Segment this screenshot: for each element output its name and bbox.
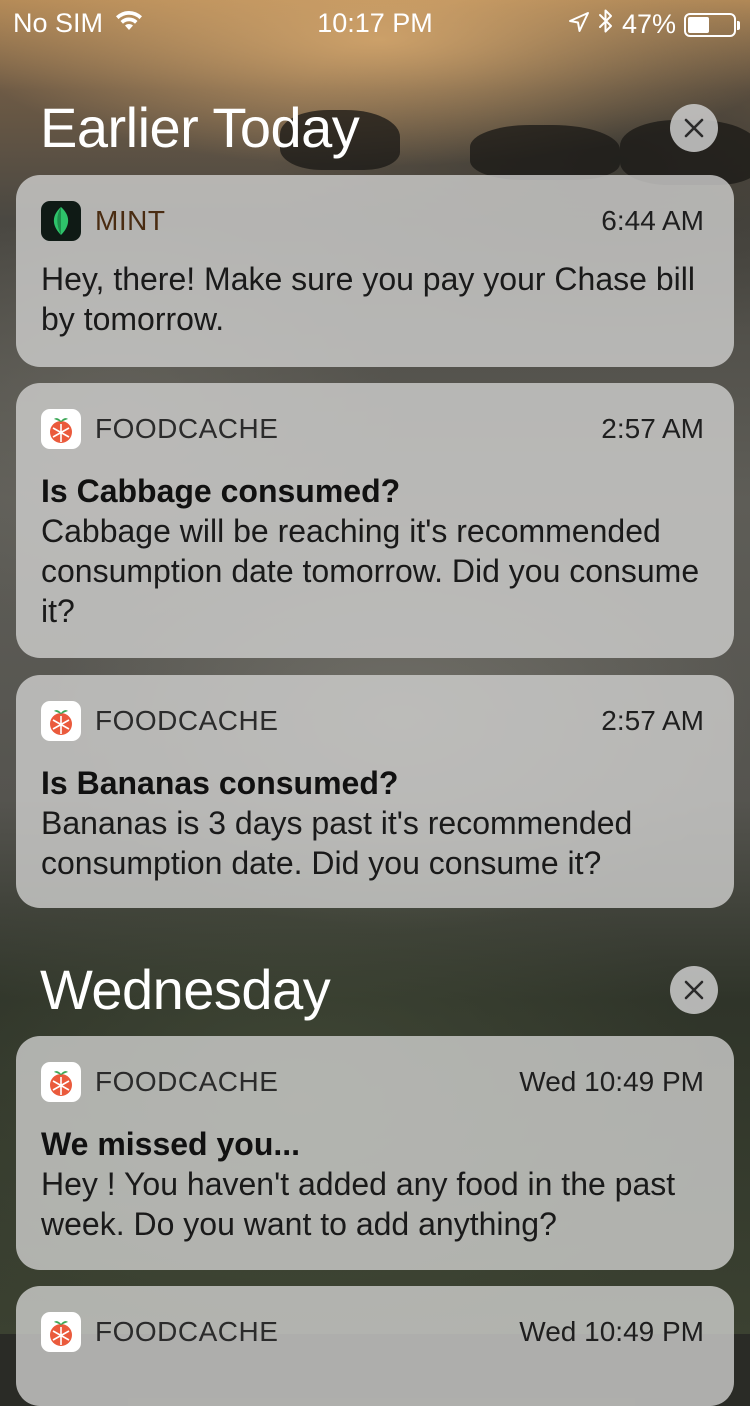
notification-title: Is Bananas consumed? [41,765,399,801]
notification-time: 6:44 AM [601,205,704,236]
notification-body: Cabbage will be reaching it's recommende… [41,513,700,629]
app-name: FOODCACHE [95,705,279,736]
section-header-wednesday: Wednesday [40,962,720,1018]
app-name: FOODCACHE [95,413,279,444]
battery-icon [684,12,740,37]
notification-card[interactable]: FOODCACHE Wed 10:49 PM We missed you... … [16,1036,734,1270]
bluetooth-icon [598,8,614,41]
notification-time: 2:57 AM [601,413,704,444]
close-icon [684,980,704,1000]
foodcache-tomato-icon [41,1062,81,1102]
notification-card[interactable]: FOODCACHE 2:57 AM Is Cabbage consumed? C… [16,383,734,658]
close-icon [684,118,704,138]
notification-body: Hey ! You haven't added any food in the … [41,1166,676,1242]
location-arrow-icon [568,9,590,40]
app-name: FOODCACHE [95,1316,279,1347]
status-bar: No SIM 10:17 PM 47% [0,0,750,48]
notification-title: We missed you... [41,1126,301,1162]
section-title: Wednesday [40,958,331,1021]
app-name: FOODCACHE [95,1066,279,1097]
clear-section-button[interactable] [670,104,718,152]
section-title: Earlier Today [40,96,360,159]
battery-percent: 47% [621,9,676,39]
clock: 10:17 PM [317,8,433,38]
foodcache-tomato-icon [41,701,81,741]
notification-card[interactable]: MINT 6:44 AM Hey, there! Make sure you p… [16,175,734,367]
notification-body: Hey, there! Make sure you pay your Chase… [41,261,695,337]
notification-time: 2:57 AM [601,705,704,736]
foodcache-tomato-icon [41,409,81,449]
foodcache-tomato-icon [41,1312,81,1352]
notification-title: Is Cabbage consumed? [41,473,401,509]
section-header-earlier-today: Earlier Today [40,100,720,156]
notification-time: Wed 10:49 PM [519,1066,704,1097]
notification-card[interactable]: FOODCACHE Wed 10:49 PM [16,1286,734,1406]
clear-section-button[interactable] [670,966,718,1014]
app-name: MINT [95,205,166,236]
mint-leaf-icon [41,201,81,241]
notification-time: Wed 10:49 PM [519,1316,704,1347]
battery-level [688,16,709,33]
notification-body: Bananas is 3 days past it's recommended … [41,805,633,881]
notification-card[interactable]: FOODCACHE 2:57 AM Is Bananas consumed? B… [16,675,734,908]
